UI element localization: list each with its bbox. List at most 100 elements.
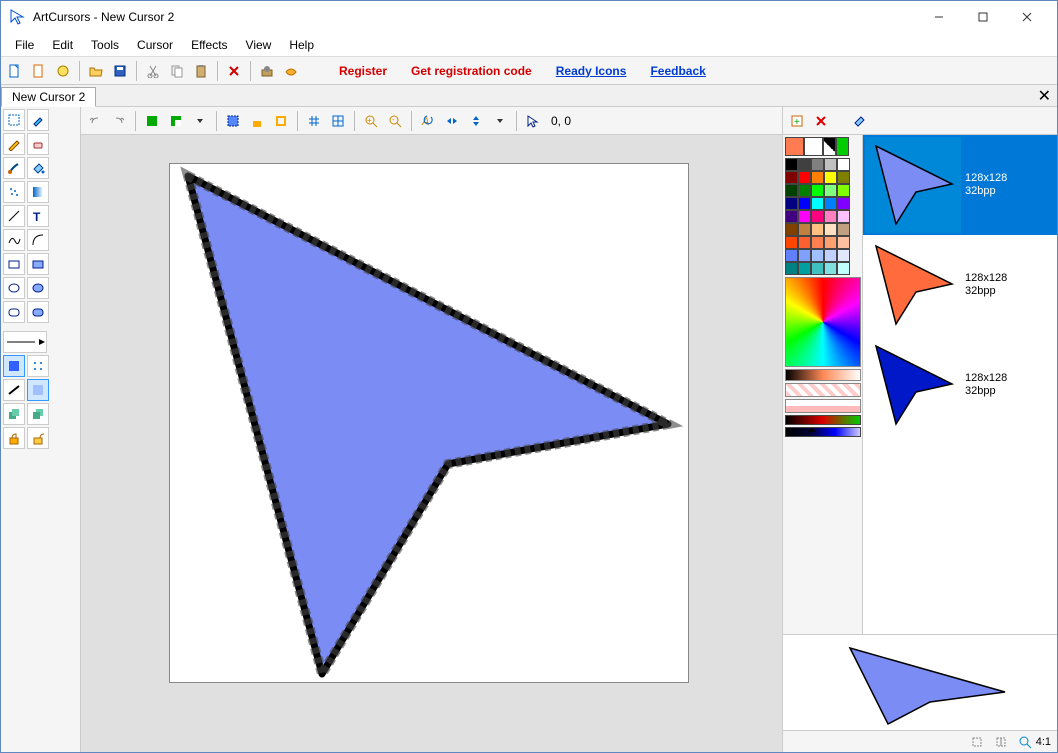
background-color-mode[interactable] — [27, 355, 49, 377]
preview-item[interactable]: 128x12832bpp — [863, 335, 1057, 435]
color-swatch[interactable] — [837, 223, 850, 236]
layer-back-button[interactable] — [27, 403, 49, 425]
color-swatch[interactable] — [798, 262, 811, 275]
color-swatch[interactable] — [798, 197, 811, 210]
menu-help[interactable]: Help — [281, 36, 322, 54]
rectangle-tool[interactable] — [3, 253, 25, 275]
transparent-mode-button[interactable] — [166, 111, 186, 131]
tab-close-button[interactable]: ✕ — [1032, 86, 1057, 106]
color-swatch[interactable] — [785, 262, 798, 275]
color-swatch[interactable] — [824, 210, 837, 223]
flip-v-button[interactable] — [466, 111, 486, 131]
color-swatch[interactable] — [798, 184, 811, 197]
eraser-tool[interactable] — [27, 133, 49, 155]
lock-selection-button[interactable] — [247, 111, 267, 131]
undo-button[interactable] — [85, 111, 105, 131]
help-button[interactable] — [281, 61, 301, 81]
hue-slider[interactable] — [785, 369, 861, 381]
opaque-mode-button[interactable] — [142, 111, 162, 131]
color-swatch[interactable] — [811, 236, 824, 249]
cut-button[interactable] — [143, 61, 163, 81]
foreground-color-mode[interactable] — [3, 355, 25, 377]
color-swatch[interactable] — [798, 236, 811, 249]
filled-rounded-rect-tool[interactable] — [27, 301, 49, 323]
menu-edit[interactable]: Edit — [44, 36, 81, 54]
preview-item[interactable]: 128x12832bpp — [863, 135, 1057, 235]
dropdown-arrow-icon-2[interactable] — [490, 111, 510, 131]
spray-tool[interactable] — [3, 181, 25, 203]
color-swatch[interactable] — [824, 223, 837, 236]
crop-button[interactable] — [271, 111, 291, 131]
copy-button[interactable] — [167, 61, 187, 81]
color-swatch[interactable] — [837, 158, 850, 171]
canvas[interactable] — [169, 163, 689, 683]
zoom-in-button[interactable]: + — [361, 111, 381, 131]
line-width-selector[interactable] — [3, 331, 47, 353]
color-swatch[interactable] — [785, 236, 798, 249]
eyedropper-tool[interactable] — [27, 109, 49, 131]
color-swatch[interactable] — [811, 249, 824, 262]
color-swatch[interactable] — [785, 210, 798, 223]
readyicons-link[interactable]: Ready Icons — [546, 64, 637, 78]
getcode-link[interactable]: Get registration code — [401, 64, 542, 78]
grid-half-button[interactable] — [328, 111, 348, 131]
redo-button[interactable] — [109, 111, 129, 131]
arc-tool[interactable] — [27, 229, 49, 251]
line-tool[interactable] — [3, 205, 25, 227]
rotate-button[interactable]: A — [418, 111, 438, 131]
color-swatch[interactable] — [837, 184, 850, 197]
select-rect-tool[interactable] — [3, 109, 25, 131]
color-swatch[interactable] — [798, 158, 811, 171]
lock-button[interactable] — [3, 427, 25, 449]
flip-h-button[interactable] — [442, 111, 462, 131]
open-button[interactable] — [86, 61, 106, 81]
color-swatch[interactable] — [798, 210, 811, 223]
ellipse-tool[interactable] — [3, 277, 25, 299]
color-swatch[interactable] — [837, 197, 850, 210]
color-swatch[interactable] — [811, 210, 824, 223]
foreground-swatch[interactable] — [785, 137, 804, 156]
menu-cursor[interactable]: Cursor — [129, 36, 181, 54]
dropdown-arrow-icon[interactable] — [190, 111, 210, 131]
color-swatch[interactable] — [837, 171, 850, 184]
fill-tool[interactable] — [27, 157, 49, 179]
delete-button[interactable] — [224, 61, 244, 81]
unlock-button[interactable] — [27, 427, 49, 449]
color-swatch[interactable] — [811, 197, 824, 210]
color-swatch[interactable] — [837, 236, 850, 249]
test-cursor-button[interactable] — [53, 61, 73, 81]
canvas-area[interactable] — [81, 135, 782, 752]
menu-effects[interactable]: Effects — [183, 36, 235, 54]
color-swatch[interactable] — [837, 249, 850, 262]
zoom-indicator[interactable]: 4:1 — [1018, 735, 1051, 749]
pattern-row-2[interactable] — [785, 399, 861, 413]
zoom-out-button[interactable]: - — [385, 111, 405, 131]
new-cursor-button[interactable] — [5, 61, 25, 81]
color-swatch[interactable] — [798, 223, 811, 236]
select-all-button[interactable] — [223, 111, 243, 131]
color-swatch[interactable] — [785, 184, 798, 197]
color-swatch[interactable] — [811, 184, 824, 197]
maximize-button[interactable] — [961, 2, 1005, 32]
filled-ellipse-tool[interactable] — [27, 277, 49, 299]
color-swatch[interactable] — [798, 171, 811, 184]
color-swatch[interactable] — [785, 197, 798, 210]
hotspot-button[interactable] — [523, 111, 543, 131]
save-button[interactable] — [110, 61, 130, 81]
color-swatch[interactable] — [824, 262, 837, 275]
color-swatch[interactable] — [824, 184, 837, 197]
gradient-slider-1[interactable] — [785, 415, 861, 425]
add-color-button[interactable] — [836, 137, 849, 156]
color-swatch[interactable] — [824, 171, 837, 184]
brush-tool[interactable] — [3, 157, 25, 179]
menu-tools[interactable]: Tools — [83, 36, 127, 54]
delete-format-button[interactable] — [811, 111, 831, 131]
document-tab[interactable]: New Cursor 2 — [1, 87, 96, 107]
background-swatch[interactable] — [804, 137, 823, 156]
color-swatch[interactable] — [837, 262, 850, 275]
curve-tool[interactable] — [3, 229, 25, 251]
new-library-button[interactable] — [29, 61, 49, 81]
filled-rectangle-tool[interactable] — [27, 253, 49, 275]
minimize-button[interactable] — [917, 2, 961, 32]
gradient-fill-tool[interactable] — [27, 181, 49, 203]
